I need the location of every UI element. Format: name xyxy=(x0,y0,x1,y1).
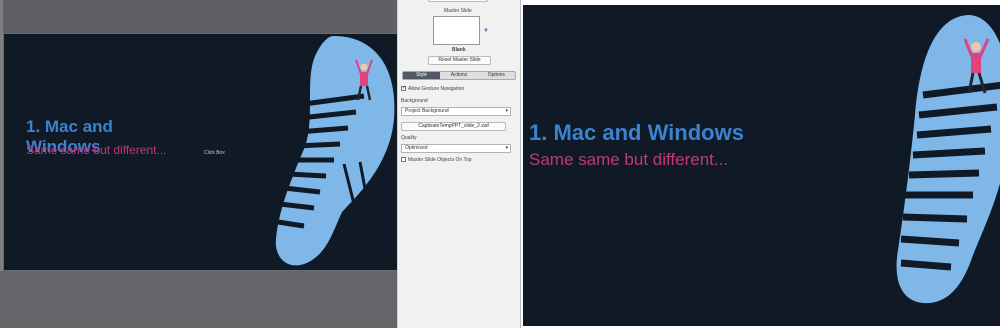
allow-gesture-checkbox[interactable]: ✓ xyxy=(401,86,406,91)
allow-gesture-label: Allow Gesture Navigation xyxy=(408,86,465,92)
editor-slide[interactable]: 1. Mac and Windows Same same but differe… xyxy=(4,34,397,270)
master-slide-label: Master Slide xyxy=(444,8,472,14)
slide-subtitle-text[interactable]: Same same but different... xyxy=(26,143,167,157)
tab-style[interactable]: Style xyxy=(403,72,441,79)
tab-actions[interactable]: Actions xyxy=(440,72,477,79)
preview-subtitle-text: Same same but different... xyxy=(529,150,729,169)
panel-top-button[interactable] xyxy=(428,0,488,2)
background-select[interactable]: Project Background ▾ xyxy=(401,107,511,116)
master-slide-thumbnail[interactable] xyxy=(433,16,480,45)
chevron-down-icon: ▾ xyxy=(505,108,508,114)
preview-title-text: 1. Mac and Windows xyxy=(529,120,744,145)
background-select-value: Project Background xyxy=(405,108,449,114)
preview-slide: 1. Mac and Windows Same same but differe… xyxy=(523,5,1000,326)
master-on-top-checkbox[interactable] xyxy=(401,157,406,162)
slide-editor-canvas[interactable]: 1. Mac and Windows Same same but differe… xyxy=(0,0,397,328)
properties-panel: Master Slide ▼ Blank Reset Master Slide … xyxy=(397,0,521,328)
master-name: Blank xyxy=(452,47,466,53)
quality-label: Quality xyxy=(401,135,417,141)
slide-preview-pane: 1. Mac and Windows Same same but differe… xyxy=(521,0,1000,328)
quality-select-value: Optimized xyxy=(405,145,428,151)
click-box-caption[interactable]: Click Box xyxy=(204,150,225,156)
reset-master-slide-button[interactable]: Reset Master Slide xyxy=(428,56,491,65)
editor-top-area xyxy=(0,0,397,33)
editor-bottom-area xyxy=(0,271,397,328)
chevron-down-icon[interactable]: ▼ xyxy=(483,28,489,34)
background-label: Background xyxy=(401,98,428,104)
quality-select[interactable]: Optimized ▾ xyxy=(401,144,511,153)
swf-file-button[interactable]: CaptivateTempPPT_slide_2.swf xyxy=(401,122,506,131)
panel-tabs: Style Actions Options xyxy=(402,71,516,80)
master-on-top-label: Master Slide Objects On Top xyxy=(408,157,472,163)
tab-options[interactable]: Options xyxy=(478,72,515,79)
chevron-down-icon: ▾ xyxy=(505,145,508,151)
